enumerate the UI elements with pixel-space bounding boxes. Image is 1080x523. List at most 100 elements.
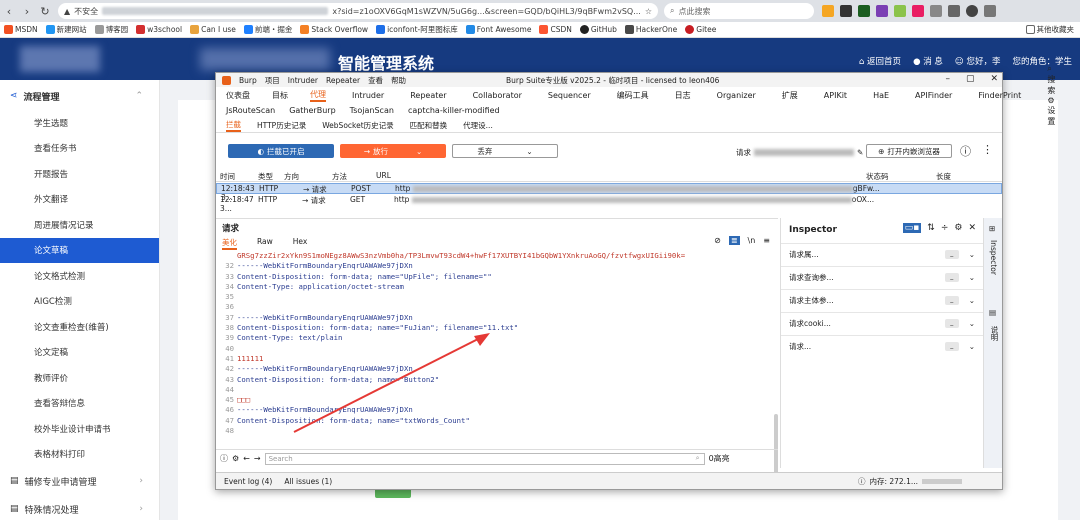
close-icon[interactable]: ✕ (990, 74, 998, 84)
inspector-row[interactable]: 请求属... _ ⌄ (781, 243, 983, 265)
sidebar-item[interactable]: 查看答辩信息 (0, 391, 159, 417)
extension-icon[interactable] (840, 5, 852, 17)
menu-item[interactable]: 项目 (265, 75, 280, 86)
menu-item[interactable]: 查看 (368, 75, 383, 86)
tab-raw[interactable]: Raw (257, 237, 273, 250)
intercept-toggle-button[interactable]: ◐ 拦截已开启 (228, 144, 334, 158)
menu-item[interactable]: Burp (239, 76, 257, 85)
layout-icon[interactable]: ▭▪ (902, 223, 922, 233)
home-link[interactable]: ⌂ 返回首页 (859, 55, 901, 67)
gear-icon[interactable]: ⚙ (232, 454, 239, 463)
proxy-subtab[interactable]: 匹配和替换 (410, 120, 448, 131)
issues-link[interactable]: All issues (1) (284, 477, 332, 486)
drop-button[interactable]: 丢弃 ⌄ (452, 144, 558, 158)
message-link[interactable]: ● 消 息 (913, 55, 943, 67)
table-row[interactable]: 12:18:47 3... HTTP → 请求 GET http oOX... (216, 195, 1002, 213)
bookmark-item[interactable]: Gitee (685, 25, 716, 34)
sidebar-item[interactable]: 周进展情况记录 (0, 212, 159, 238)
event-log-link[interactable]: Event log (4) (224, 477, 272, 486)
bookmark-item[interactable]: Can I use (190, 25, 236, 34)
sidebar-group-special[interactable]: ▤ 特殊情况处理 › (0, 495, 159, 523)
tab-pretty[interactable]: 美化 (222, 237, 237, 250)
extension-icon[interactable] (894, 5, 906, 17)
newline-icon[interactable]: \n (748, 236, 756, 245)
settings-tab[interactable]: 设置 (1047, 106, 1055, 126)
sidebar-item[interactable]: 外文翻译 (0, 187, 159, 213)
bookmark-item[interactable]: 前端・掘金 (243, 24, 292, 35)
gear-icon[interactable]: ⚙ (954, 223, 962, 233)
inspector-row[interactable]: 请求主体参... _ ⌄ (781, 289, 983, 311)
menu-item[interactable]: Repeater (326, 76, 360, 85)
tab-hex[interactable]: Hex (293, 237, 308, 250)
back-icon[interactable]: ‹ (0, 5, 18, 18)
search-tab[interactable]: 搜索 (1047, 75, 1055, 95)
bookmark-item[interactable]: Stack Overflow (300, 25, 368, 34)
extension-tab[interactable]: JsRouteScan (226, 106, 275, 115)
address-bar[interactable]: ▲ 不安全 x?sid=z1oOXV6GqM1sWZVN/5uG6g...&sc… (58, 3, 658, 19)
extension-icon[interactable] (948, 5, 960, 17)
extension-icon[interactable] (858, 5, 870, 17)
menu-icon[interactable] (984, 5, 996, 17)
table-row[interactable]: 12:18:43 3... HTTP → 请求 POST http gBFw... (216, 183, 1002, 202)
extension-tab[interactable]: TsojanScan (350, 106, 394, 115)
back-icon[interactable]: ← (243, 454, 250, 463)
other-bookmarks[interactable]: 其他收藏夹 (1025, 24, 1074, 35)
sidebar-item[interactable]: 论文草稿 (0, 237, 159, 263)
forward-button[interactable]: → 放行 ⌄ (340, 144, 446, 158)
inspector-tab-icon[interactable]: ⊞ (989, 224, 995, 233)
help-icon[interactable]: ⓘ (960, 143, 971, 159)
star-icon[interactable]: ☆ (645, 7, 652, 16)
sidebar-item[interactable]: 开题报告 (0, 161, 159, 187)
menu-item[interactable]: 帮助 (391, 75, 406, 86)
sidebar-item[interactable]: 表格材料打印 (0, 442, 159, 468)
extension-icon[interactable] (912, 5, 924, 17)
bookmark-item[interactable]: MSDN (4, 25, 38, 34)
main-tab[interactable]: Collaborator (473, 91, 522, 100)
sidebar-item[interactable]: 论文查重检查(维普) (0, 314, 159, 340)
main-tab[interactable]: APIFinder (915, 91, 952, 100)
inspector-row[interactable]: 请求... _ ⌄ (781, 335, 983, 357)
maximize-icon[interactable]: ▢ (966, 74, 975, 84)
proxy-subtab[interactable]: WebSocket历史记录 (322, 120, 393, 131)
main-tab[interactable]: 仪表盘 (226, 90, 250, 101)
main-tab[interactable]: Repeater (410, 91, 446, 100)
main-tab[interactable]: 日志 (675, 90, 691, 101)
help-icon[interactable]: ⓘ (220, 453, 228, 464)
main-tab[interactable]: Intruder (352, 91, 384, 100)
open-browser-button[interactable]: ⊕ 打开内嵌浏览器 (866, 144, 952, 158)
main-tab[interactable]: FinderPrint (978, 91, 1021, 100)
main-tab[interactable]: 目标 (272, 90, 288, 101)
edit-icon[interactable]: ✎ (857, 148, 863, 157)
extension-icon[interactable] (822, 5, 834, 17)
sidebar-item[interactable]: AIGC检测 (0, 289, 159, 315)
minimize-icon[interactable]: – (945, 74, 950, 84)
more-icon[interactable]: ⋮ (982, 143, 993, 156)
main-tab[interactable]: HaE (873, 91, 889, 100)
sidebar-item[interactable]: 论文格式检测 (0, 263, 159, 289)
extension-icon[interactable] (930, 5, 942, 17)
sidebar-item[interactable]: 论文定稿 (0, 340, 159, 366)
forward-icon[interactable]: → (254, 454, 261, 463)
bookmark-item[interactable]: HackerOne (624, 25, 677, 34)
main-tab[interactable]: 扩展 (782, 90, 798, 101)
bookmark-item[interactable]: GitHub (579, 25, 617, 34)
proxy-subtab[interactable]: HTTP历史记录 (257, 120, 306, 131)
tab-inspector[interactable]: Inspector (989, 240, 998, 275)
split-icon[interactable]: ÷ (941, 223, 949, 233)
bookmark-item[interactable]: 博客园 (94, 24, 128, 35)
search-input[interactable]: Search ⌕ (264, 452, 705, 465)
main-tab[interactable]: 代理 (310, 89, 326, 102)
request-editor[interactable]: GRSg7zzZir2xYkn9S1moNEgz8AWwS3nzVmb0ha/T… (222, 251, 770, 441)
inspector-row[interactable]: 请求cooki... _ ⌄ (781, 312, 983, 334)
extension-tab[interactable]: captcha-killer-modified (408, 106, 500, 115)
sidebar-group-minor[interactable]: ▤ 辅修专业申请管理 › (0, 467, 159, 495)
sidebar-group-process[interactable]: ⋖ 流程管理 ⌃ (0, 82, 159, 110)
sidebar-item[interactable]: 查看任务书 (0, 136, 159, 162)
inspector-row[interactable]: 请求查询参... _ ⌄ (781, 266, 983, 288)
reload-icon[interactable]: ↻ (36, 5, 54, 18)
sidebar-item[interactable]: 教师评价 (0, 365, 159, 391)
wrap-icon[interactable]: ≣ (728, 236, 740, 245)
close-icon[interactable]: ✕ (968, 223, 976, 233)
user-greeting[interactable]: ☺ 您好，李 (955, 55, 1001, 67)
notes-tab-icon[interactable]: ▤ (989, 308, 996, 317)
